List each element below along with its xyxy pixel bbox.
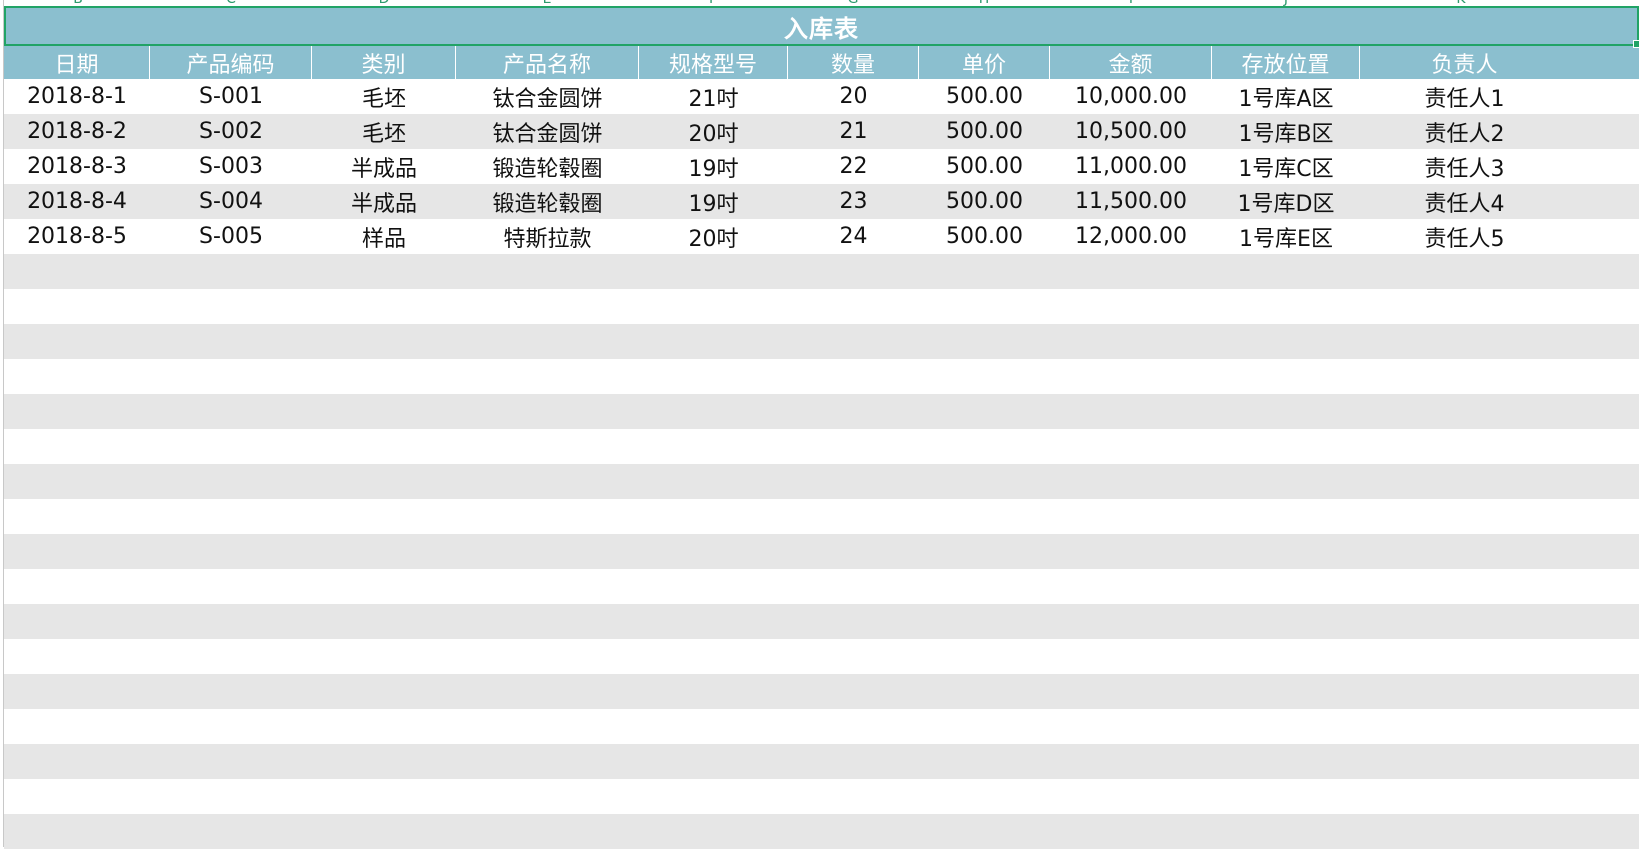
cell-date[interactable]: 2018-8-4 <box>4 184 150 219</box>
cell-owner[interactable]: 责任人1 <box>1360 79 1569 114</box>
sheet-title: 入库表 <box>784 14 859 43</box>
cell-category[interactable]: 半成品 <box>312 149 456 184</box>
empty-row[interactable] <box>4 394 1639 429</box>
empty-row[interactable] <box>4 289 1639 324</box>
empty-row[interactable] <box>4 254 1639 289</box>
cell-quantity[interactable]: 20 <box>788 79 919 114</box>
empty-row[interactable] <box>4 639 1639 674</box>
cell-product-code[interactable]: S-003 <box>150 149 312 184</box>
empty-row[interactable] <box>4 359 1639 394</box>
cell-product-code[interactable]: S-005 <box>150 219 312 254</box>
empty-row[interactable] <box>4 779 1639 814</box>
empty-row[interactable] <box>4 324 1639 359</box>
spreadsheet-grid[interactable]: 入库表 日期 产品编码 类别 产品名称 规格型号 数量 单价 金额 存放位置 负… <box>4 6 1639 849</box>
header-cell-category[interactable]: 类别 <box>312 46 456 79</box>
table-row: 2018-8-2 S-002 毛坯 钛合金圆饼 20吋 21 500.00 10… <box>4 114 1639 149</box>
cell-spec[interactable]: 20吋 <box>639 219 788 254</box>
header-cell-date[interactable]: 日期 <box>4 46 150 79</box>
cell-product-name[interactable]: 锻造轮毂圈 <box>456 149 639 184</box>
cell-amount[interactable]: 12,000.00 <box>1050 219 1212 254</box>
cell-location[interactable]: 1号库B区 <box>1212 114 1360 149</box>
empty-row[interactable] <box>4 604 1639 639</box>
cell-unit-price[interactable]: 500.00 <box>919 79 1050 114</box>
cell-product-code[interactable]: S-004 <box>150 184 312 219</box>
cell-quantity[interactable]: 22 <box>788 149 919 184</box>
cell-date[interactable]: 2018-8-5 <box>4 219 150 254</box>
cell-product-name[interactable]: 钛合金圆饼 <box>456 114 639 149</box>
cell-category[interactable]: 毛坯 <box>312 79 456 114</box>
empty-row[interactable] <box>4 534 1639 569</box>
cell-category[interactable]: 半成品 <box>312 184 456 219</box>
empty-row[interactable] <box>4 709 1639 744</box>
cell-location[interactable]: 1号库C区 <box>1212 149 1360 184</box>
cell-date[interactable]: 2018-8-1 <box>4 79 150 114</box>
cell-date[interactable]: 2018-8-2 <box>4 114 150 149</box>
cell-location[interactable]: 1号库A区 <box>1212 79 1360 114</box>
cell-owner[interactable]: 责任人4 <box>1360 184 1569 219</box>
empty-row[interactable] <box>4 569 1639 604</box>
table-header-row: 日期 产品编码 类别 产品名称 规格型号 数量 单价 金额 存放位置 负责人 <box>4 46 1639 79</box>
cell-amount[interactable]: 10,500.00 <box>1050 114 1212 149</box>
cell-product-code[interactable]: S-002 <box>150 114 312 149</box>
header-cell-product-code[interactable]: 产品编码 <box>150 46 312 79</box>
cell-category[interactable]: 样品 <box>312 219 456 254</box>
cell-location[interactable]: 1号库D区 <box>1212 184 1360 219</box>
table-row: 2018-8-1 S-001 毛坯 钛合金圆饼 21吋 20 500.00 10… <box>4 79 1639 114</box>
header-cell-amount[interactable]: 金额 <box>1050 46 1212 79</box>
cell-unit-price[interactable]: 500.00 <box>919 184 1050 219</box>
cell-unit-price[interactable]: 500.00 <box>919 114 1050 149</box>
table-row: 2018-8-4 S-004 半成品 锻造轮毂圈 19吋 23 500.00 1… <box>4 184 1639 219</box>
cell-date[interactable]: 2018-8-3 <box>4 149 150 184</box>
cell-quantity[interactable]: 21 <box>788 114 919 149</box>
cell-amount[interactable]: 10,000.00 <box>1050 79 1212 114</box>
fill-handle[interactable] <box>1633 40 1639 48</box>
table-row: 2018-8-3 S-003 半成品 锻造轮毂圈 19吋 22 500.00 1… <box>4 149 1639 184</box>
cell-location[interactable]: 1号库E区 <box>1212 219 1360 254</box>
empty-row[interactable] <box>4 744 1639 779</box>
empty-row[interactable] <box>4 464 1639 499</box>
header-cell-owner[interactable]: 负责人 <box>1360 46 1569 79</box>
cell-unit-price[interactable]: 500.00 <box>919 149 1050 184</box>
cell-spec[interactable]: 20吋 <box>639 114 788 149</box>
header-cell-unit-price[interactable]: 单价 <box>919 46 1050 79</box>
cell-spec[interactable]: 19吋 <box>639 184 788 219</box>
selected-title-cell[interactable]: 入库表 <box>4 6 1639 48</box>
cell-spec[interactable]: 19吋 <box>639 149 788 184</box>
header-cell-location[interactable]: 存放位置 <box>1212 46 1360 79</box>
header-cell-spec[interactable]: 规格型号 <box>639 46 788 79</box>
header-cell-quantity[interactable]: 数量 <box>788 46 919 79</box>
cell-amount[interactable]: 11,000.00 <box>1050 149 1212 184</box>
cell-amount[interactable]: 11,500.00 <box>1050 184 1212 219</box>
cell-unit-price[interactable]: 500.00 <box>919 219 1050 254</box>
cell-product-name[interactable]: 钛合金圆饼 <box>456 79 639 114</box>
cell-category[interactable]: 毛坯 <box>312 114 456 149</box>
cell-owner[interactable]: 责任人2 <box>1360 114 1569 149</box>
empty-row[interactable] <box>4 814 1639 849</box>
empty-row[interactable] <box>4 429 1639 464</box>
cell-quantity[interactable]: 24 <box>788 219 919 254</box>
empty-row[interactable] <box>4 674 1639 709</box>
cell-product-code[interactable]: S-001 <box>150 79 312 114</box>
cell-quantity[interactable]: 23 <box>788 184 919 219</box>
header-cell-product-name[interactable]: 产品名称 <box>456 46 639 79</box>
cell-spec[interactable]: 21吋 <box>639 79 788 114</box>
cell-product-name[interactable]: 锻造轮毂圈 <box>456 184 639 219</box>
empty-row[interactable] <box>4 499 1639 534</box>
cell-owner[interactable]: 责任人3 <box>1360 149 1569 184</box>
cell-owner[interactable]: 责任人5 <box>1360 219 1569 254</box>
cell-product-name[interactable]: 特斯拉款 <box>456 219 639 254</box>
table-row: 2018-8-5 S-005 样品 特斯拉款 20吋 24 500.00 12,… <box>4 219 1639 254</box>
